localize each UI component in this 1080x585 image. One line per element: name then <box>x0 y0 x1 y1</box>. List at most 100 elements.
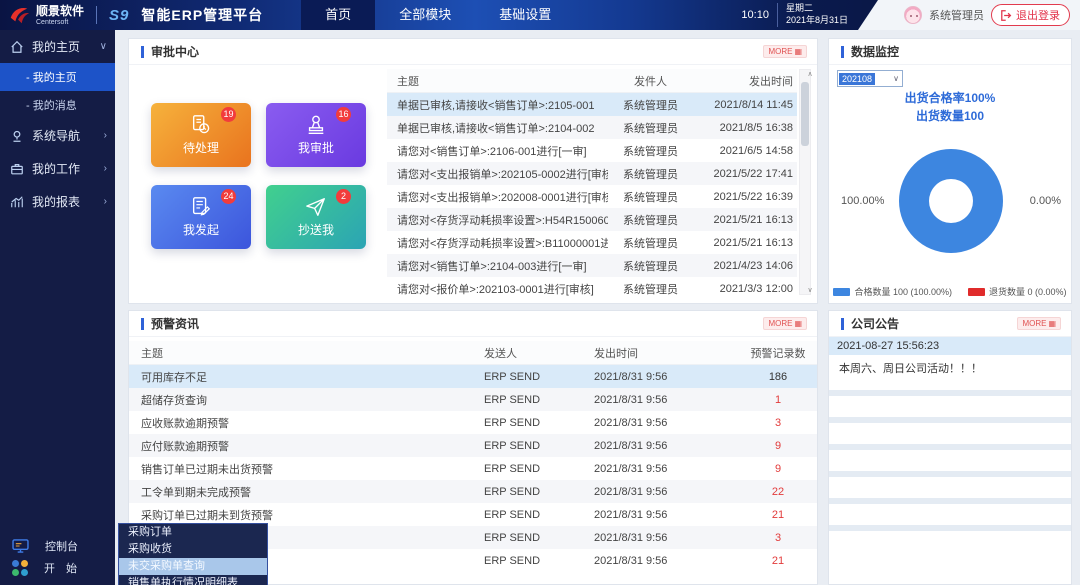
tile-badge: 24 <box>221 189 236 204</box>
user-area: 系统管理员 退出登录 <box>858 0 1080 30</box>
tab-all-modules[interactable]: 全部模块 <box>375 0 475 30</box>
row-time: 2021/8/31 9:56 <box>594 394 739 406</box>
product-logo: S9 <box>109 7 129 24</box>
row-count: 3 <box>739 417 817 429</box>
row-subject: 请您对<销售订单>:2104-003进行[一审] <box>387 258 608 274</box>
notice-timestamp[interactable]: 2021-08-27 15:56:23 <box>829 337 1071 355</box>
tile-pending[interactable]: 待处理 19 <box>151 103 251 167</box>
table-row[interactable]: 请您对<存货浮动耗损率设置>:B11000001进行[审核]系统管理员2021/… <box>387 231 797 254</box>
username: 系统管理员 <box>929 7 984 23</box>
scroll-up-icon[interactable]: ∧ <box>805 70 815 78</box>
menu-item-sales-execution-report[interactable]: 销售单执行情况明细表 <box>119 575 267 585</box>
table-row[interactable]: 请您对<销售订单>:2104-003进行[一审]系统管理员2021/4/23 1… <box>387 254 797 277</box>
notice-empty-row <box>829 477 1071 504</box>
chevron-down-icon: ∨ <box>893 74 902 83</box>
row-sender: 系统管理员 <box>608 120 693 136</box>
console-label: 控制台 <box>45 538 78 554</box>
tab-home[interactable]: 首页 <box>301 0 375 30</box>
table-row[interactable]: 应付账款逾期预警ERP SEND2021/8/31 9:569 <box>129 434 817 457</box>
row-time: 2021/8/31 9:56 <box>594 555 739 567</box>
approval-more-link[interactable]: MORE▦ <box>763 45 807 58</box>
table-row[interactable]: 应收账款逾期预警ERP SEND2021/8/31 9:563 <box>129 411 817 434</box>
tile-my-approvals[interactable]: 我审批 16 <box>266 103 366 167</box>
sidebar-item-my-home[interactable]: 我的主页 ∨ <box>0 30 115 63</box>
legend-swatch-pass <box>833 288 850 296</box>
row-sender: 系统管理员 <box>608 281 693 297</box>
table-row[interactable]: 工令单到期未完成预警ERP SEND2021/8/31 9:5622 <box>129 480 817 503</box>
paper-plane-icon <box>305 196 327 218</box>
weekday: 星期二 <box>786 3 848 15</box>
table-row[interactable]: 请您对<销售订单>:2106-001进行[一审]系统管理员2021/6/5 14… <box>387 139 797 162</box>
scroll-thumb[interactable] <box>801 82 809 146</box>
row-time: 2021/5/21 16:13 <box>693 214 797 226</box>
tile-label: 我审批 <box>298 139 334 156</box>
company-logo-icon <box>8 4 30 26</box>
sidebar-item-my-work[interactable]: 我的工作 › <box>0 152 115 185</box>
row-sender: ERP SEND <box>484 509 594 521</box>
row-time: 2021/8/31 9:56 <box>594 532 739 544</box>
period-select[interactable]: 202108 ∨ <box>837 70 903 87</box>
col-time: 发出时间 <box>693 73 797 89</box>
sidebar-subitem-my-home[interactable]: - 我的主页 <box>0 63 115 91</box>
donut-chart <box>899 149 1003 253</box>
col-time: 发出时间 <box>594 345 739 361</box>
alerts-table-header: 主题 发送人 发出时间 预警记录数 <box>129 341 817 365</box>
col-subject: 主题 <box>387 73 608 89</box>
menu-item-purchase-receipt[interactable]: 采购收货 <box>119 541 267 558</box>
row-sender: 系统管理员 <box>608 97 693 113</box>
col-subject: 主题 <box>129 345 484 361</box>
tile-cc-to-me[interactable]: 抄送我 2 <box>266 185 366 249</box>
tile-badge: 19 <box>221 107 236 122</box>
sidebar-subitem-label: 我的消息 <box>33 100 77 112</box>
tab-basic-settings[interactable]: 基础设置 <box>475 0 575 30</box>
row-subject: 销售订单已过期未出货预警 <box>129 461 484 477</box>
table-row[interactable]: 超储存货查询ERP SEND2021/8/31 9:561 <box>129 388 817 411</box>
row-sender: 系统管理员 <box>608 166 693 182</box>
row-time: 2021/8/31 9:56 <box>594 417 739 429</box>
row-subject: 请您对<销售订单>:2106-001进行[一审] <box>387 143 608 159</box>
scroll-down-icon[interactable]: ∨ <box>805 286 815 294</box>
table-row[interactable]: 单据已审核,请接收<销售订单>:2105-001系统管理员2021/8/14 1… <box>387 93 797 116</box>
start-icon <box>12 560 28 576</box>
console-button[interactable]: 控制台 <box>0 535 115 557</box>
sidebar-item-my-reports[interactable]: 我的报表 › <box>0 185 115 218</box>
row-time: 2021/8/31 9:56 <box>594 463 739 475</box>
company-name-en: Centersoft <box>36 19 84 26</box>
product-title: 智能ERP管理平台 <box>141 5 263 25</box>
sidebar-subitem-my-messages[interactable]: - 我的消息 <box>0 91 115 119</box>
menu-item-purchase-order[interactable]: 采购订单 <box>119 524 267 541</box>
table-row[interactable]: 请您对<存货浮动耗损率设置>:H54R15006002进行[审核]系统管理员20… <box>387 208 797 231</box>
table-row[interactable]: 请您对<报价单>:202103-0001进行[审核]系统管理员2021/3/3 … <box>387 277 797 300</box>
menu-item-open-po-query[interactable]: 未交采购单查询 <box>119 558 267 575</box>
table-row[interactable]: 请您对<支出报销单>:202105-0002进行[审核]系统管理员2021/5/… <box>387 162 797 185</box>
main-nav: 首页 全部模块 基础设置 <box>301 0 575 30</box>
grid-icon: ▦ <box>794 47 802 56</box>
ship-qty-text: 出货数量100 <box>829 107 1071 125</box>
more-label: MORE <box>1022 319 1046 328</box>
document-clock-icon <box>190 114 212 136</box>
table-row[interactable]: 可用库存不足ERP SEND2021/8/31 9:56186 <box>129 365 817 388</box>
navigation-icon <box>10 129 24 143</box>
approval-center-panel: 审批中心 MORE▦ 待处理 19 我审批 16 <box>128 38 818 304</box>
logout-button[interactable]: 退出登录 <box>991 4 1070 26</box>
row-subject: 可用库存不足 <box>129 369 484 385</box>
clock-area: 10:10 星期二 2021年8月31日 <box>741 0 848 30</box>
table-row[interactable]: 销售订单已过期未出货预警ERP SEND2021/8/31 9:569 <box>129 457 817 480</box>
start-context-menu: 采购订单 采购收货 未交采购单查询 销售单执行情况明细表 <box>118 523 268 585</box>
sidebar-item-label: 我的工作 <box>32 160 96 177</box>
approval-table: 主题 发件人 发出时间 单据已审核,请接收<销售订单>:2105-001系统管理… <box>387 69 797 300</box>
row-time: 2021/8/31 9:56 <box>594 371 739 383</box>
tile-badge: 16 <box>336 107 351 122</box>
sidebar-item-system-nav[interactable]: 系统导航 › <box>0 119 115 152</box>
table-row[interactable]: 请您对<支出报销单>:202008-0001进行[审核]系统管理员2021/5/… <box>387 185 797 208</box>
avatar[interactable] <box>904 6 922 24</box>
scrollbar[interactable]: ∧ ∨ <box>799 69 811 295</box>
alerts-more-link[interactable]: MORE▦ <box>763 317 807 330</box>
approval-table-header: 主题 发件人 发出时间 <box>387 69 797 93</box>
row-time: 2021/6/5 14:58 <box>693 145 797 157</box>
table-row[interactable]: 单据已审核,请接收<销售订单>:2104-002系统管理员2021/8/5 16… <box>387 116 797 139</box>
start-button[interactable]: 开 始 <box>0 557 115 579</box>
notice-more-link[interactable]: MORE▦ <box>1017 317 1061 330</box>
clock-time: 10:10 <box>741 9 769 21</box>
tile-my-initiated[interactable]: 我发起 24 <box>151 185 251 249</box>
